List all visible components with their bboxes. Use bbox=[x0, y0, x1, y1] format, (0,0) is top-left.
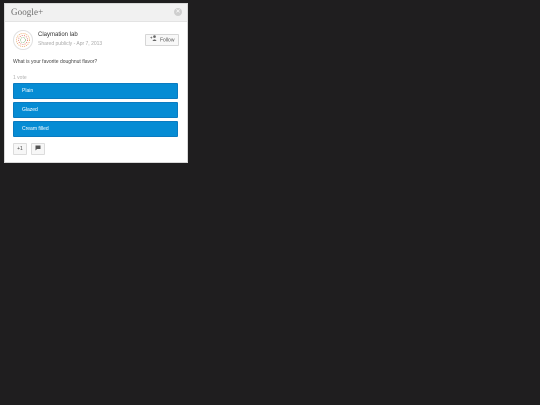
vote-count: 1 vote bbox=[13, 75, 27, 81]
post-header: Claymation lab Shared publicly - Apr 7, … bbox=[13, 30, 179, 52]
post-actions: +1 bbox=[13, 143, 45, 155]
poll-option-glazed[interactable]: Glazed bbox=[13, 102, 178, 118]
follow-label: Follow bbox=[160, 37, 175, 44]
poll-options: Plain Glazed Cream filled bbox=[13, 83, 178, 140]
card-header: Google+ ✕ bbox=[5, 4, 187, 22]
post-card: Google+ ✕ Claymation lab Shared publicly… bbox=[4, 3, 188, 163]
post-meta: Shared publicly - Apr 7, 2013 bbox=[38, 41, 103, 47]
author-name[interactable]: Claymation lab bbox=[38, 32, 78, 38]
avatar-pattern-icon bbox=[16, 33, 30, 47]
follow-button[interactable]: Follow bbox=[145, 34, 179, 46]
close-icon[interactable]: ✕ bbox=[174, 8, 182, 16]
comment-button[interactable] bbox=[31, 143, 45, 155]
add-person-icon bbox=[150, 35, 158, 45]
poll-option-cream-filled[interactable]: Cream filled bbox=[13, 121, 178, 137]
poll-question: What is your favorite doughnut flavor? bbox=[13, 59, 98, 65]
avatar[interactable] bbox=[13, 30, 33, 50]
brand-logo: Google+ bbox=[11, 7, 44, 17]
plus-one-button[interactable]: +1 bbox=[13, 143, 27, 155]
comment-icon bbox=[35, 145, 41, 151]
poll-option-plain[interactable]: Plain bbox=[13, 83, 178, 99]
